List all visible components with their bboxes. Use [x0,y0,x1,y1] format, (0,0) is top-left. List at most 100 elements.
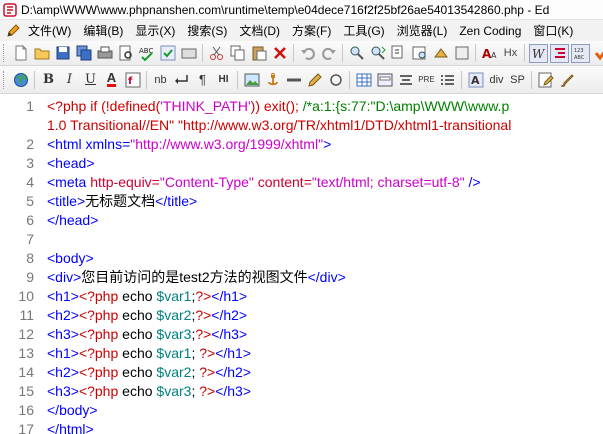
font-color-label: A [106,70,117,87]
echo-keyword: echo [118,345,157,361]
line-number: 3 [26,155,34,171]
menu-window[interactable]: 窗口(K) [529,22,581,39]
code-line-2: <html xmlns="http://www.w3.org/1999/xhtm… [47,135,331,154]
brush-icon[interactable] [557,70,576,89]
keyboard-icon[interactable] [179,44,198,63]
copy-icon[interactable] [228,44,247,63]
doctype-text: 1.0 Transitional//EN" "http://www.w3.org… [47,117,512,133]
nbsp-button[interactable]: nb [151,70,170,89]
cut-icon[interactable] [207,44,226,63]
underline-label: U [85,72,96,87]
code-line-4: <meta http-equiv="Content-Type" content=… [47,173,481,192]
line-number: 15 [18,383,34,399]
css-style-icon[interactable]: A [466,70,485,89]
meta-tag: <meta [47,174,91,190]
browser-globe-icon[interactable] [11,70,30,89]
code-editor[interactable]: 1 2 3 4 5 6 7 8 9 10 11 12 13 14 15 16 1… [0,95,603,434]
bookmark-icon[interactable] [452,44,471,63]
check-icon[interactable] [158,44,177,63]
font-color-button[interactable]: A [102,70,121,89]
line-number [0,116,34,135]
bold-button[interactable]: B [39,70,58,89]
word-wrap-icon[interactable]: W [529,43,548,63]
table-icon[interactable] [354,70,373,89]
hr-button[interactable]: HI [214,70,233,89]
open-folder-icon[interactable] [32,44,51,63]
menu-search[interactable]: 搜索(S) [183,22,235,39]
new-file-icon[interactable] [11,44,30,63]
h-open: <h2> [47,364,79,380]
menu-project[interactable]: 方案(F) [288,22,339,39]
edit-tag-icon[interactable] [536,70,555,89]
anchor-icon[interactable] [263,70,282,89]
menu-zen-coding[interactable]: Zen Coding [455,24,529,38]
toolbar-separator [531,70,532,89]
php-close: ?> [199,383,216,399]
attr-value: "text/html; charset=utf-8" [311,174,465,190]
redo-icon[interactable] [319,44,338,63]
menu-tools[interactable]: 工具(G) [339,22,392,39]
save-icon[interactable] [53,44,72,63]
pre-label: PRE [418,75,435,84]
image-icon[interactable] [242,70,261,89]
toolbar-separator [349,70,350,89]
line-break-icon[interactable] [172,70,191,89]
h-open: <h2> [47,307,79,323]
indent-guide-icon[interactable] [550,43,569,63]
div-open: <div> [47,269,82,285]
horizontal-rule-icon[interactable] [284,70,303,89]
php-close: ?> [199,364,216,380]
toolbar-separator [475,44,476,62]
php-comment: /*a:1:{s:77:"D:\amp\WWW\www.p [302,98,510,114]
div-text: 您目前访问的是test2方法的视图文件 [81,269,308,285]
validate-icon[interactable] [592,44,603,63]
underline-button[interactable]: U [81,70,100,89]
span-button[interactable]: SP [508,70,527,89]
italic-button[interactable]: I [60,70,79,89]
toolbar-grip[interactable] [3,44,6,62]
echo-keyword: echo [118,326,157,342]
hr-label: HI [218,74,229,85]
menu-view[interactable]: 显示(X) [131,22,183,39]
menu-browser[interactable]: 浏览器(L) [393,22,456,39]
php-open: <?php [78,383,119,399]
html-tag: <html xmlns= [47,136,131,152]
menu-edit[interactable]: 编辑(B) [79,22,131,39]
print-preview-icon[interactable] [116,44,135,63]
print-icon[interactable] [95,44,114,63]
heading-size-icon[interactable]: Hx [501,44,520,63]
paste-icon[interactable] [249,44,268,63]
paragraph-button[interactable]: ¶ [193,70,212,89]
h-close: </h1> [211,288,248,304]
goto-line-icon[interactable] [431,44,450,63]
menu-document[interactable]: 文档(D) [235,22,288,39]
align-icon[interactable] [396,70,415,89]
find-icon[interactable] [347,44,366,63]
find-next-icon[interactable] [368,44,387,63]
php-open: <?php [78,345,119,361]
php-variable: $var2 [156,364,192,380]
menu-file[interactable]: 文件(W) [24,22,79,39]
line-number: 16 [18,402,34,418]
line-number: 4 [26,174,34,190]
delete-icon[interactable] [270,44,289,63]
find-in-files-icon[interactable] [410,44,429,63]
svg-text:W: W [532,47,546,60]
pre-button[interactable]: PRE [417,70,436,89]
font-size-icon[interactable]: AA [480,44,499,63]
spell-check-icon[interactable]: ABC [137,44,156,63]
comment-icon[interactable] [326,70,345,89]
form-icon[interactable] [375,70,394,89]
font-icon[interactable]: f [123,70,142,89]
undo-icon[interactable] [298,44,317,63]
save-all-icon[interactable] [74,44,93,63]
php-variable: $var2 [156,307,192,323]
line-numbers-icon[interactable]: 123 ABC [571,43,590,63]
toolbar-grip[interactable] [3,70,6,89]
pencil-edit-icon[interactable] [305,70,324,89]
line-number: 9 [26,269,34,285]
replace-icon[interactable] [389,44,408,63]
div-button[interactable]: div [487,70,506,89]
attr-name: content= [253,174,312,190]
list-icon[interactable] [438,70,457,89]
